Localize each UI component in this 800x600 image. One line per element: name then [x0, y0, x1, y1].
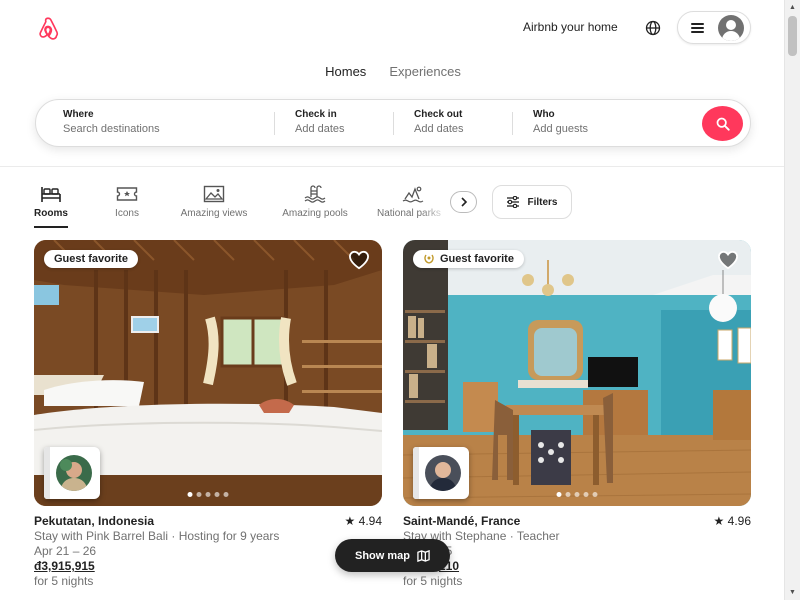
host-avatar: [56, 455, 92, 491]
listing-price[interactable]: 210: [403, 559, 751, 574]
category-amazing-views[interactable]: Amazing views: [176, 183, 252, 219]
bed-icon: [41, 187, 61, 202]
category-bar: Rooms Icons Amazing views Amazing pools …: [0, 183, 784, 228]
listing-location: Pekutatan, Indonesia: [34, 514, 155, 528]
header: Airbnb your home Homes Experiences Where…: [0, 0, 784, 167]
filters-label: Filters: [527, 196, 558, 208]
category-label: Rooms: [34, 208, 68, 219]
menu-icon: [691, 22, 704, 33]
user-menu-button[interactable]: [677, 11, 751, 44]
heart-icon[interactable]: [717, 250, 739, 270]
listing-rating: ★ 4.94: [344, 514, 382, 528]
listing-card[interactable]: Guest favorite Saint-Mandé, France ★ 4.9…: [403, 240, 751, 589]
check-out-field[interactable]: Check out Add dates: [414, 109, 464, 135]
listing-card[interactable]: Guest favorite Pekutatan, Indonesia ★ 4.…: [34, 240, 382, 589]
category-amazing-pools[interactable]: Amazing pools: [277, 183, 353, 219]
who-input[interactable]: Add guests: [533, 123, 588, 135]
who-label: Who: [533, 109, 555, 120]
listing-subtitle: Stay with Pink Barrel Bali · Hosting for…: [34, 529, 280, 543]
check-in-input[interactable]: Add dates: [295, 123, 345, 135]
host-thumbnail: [413, 447, 469, 499]
sliders-icon: [507, 196, 520, 208]
scroll-down-arrow-icon[interactable]: ▼: [785, 585, 800, 600]
category-label: Amazing views: [180, 208, 248, 219]
guest-favorite-badge: Guest favorite: [413, 250, 524, 268]
listing-nights: for 5 nights: [34, 574, 94, 588]
divider: [393, 112, 394, 135]
check-out-label: Check out: [414, 109, 463, 120]
airbnb-your-home-link[interactable]: Airbnb your home: [523, 20, 618, 34]
airbnb-logo-icon[interactable]: [34, 16, 62, 40]
photo-indicator: [187, 492, 229, 497]
scroll-up-arrow-icon[interactable]: ▲: [785, 0, 800, 15]
avatar: [718, 14, 744, 41]
check-in-field[interactable]: Check in Add dates: [295, 109, 345, 135]
category-fade: [420, 183, 450, 223]
listing-info: Pekutatan, Indonesia ★ 4.94 Stay with Pi…: [34, 514, 382, 589]
ticket-icon: [116, 187, 138, 201]
listing-rating: ★ 4.96: [713, 514, 751, 528]
listing-photo[interactable]: Guest favorite: [403, 240, 751, 506]
vertical-scrollbar[interactable]: ▲ ▼: [784, 0, 800, 600]
listing-subtitle: Stay with Stephane · Teacher: [403, 529, 560, 543]
pool-icon: [304, 185, 326, 203]
divider: [274, 112, 275, 135]
search-icon: [716, 117, 730, 131]
category-rooms[interactable]: Rooms: [34, 183, 68, 228]
listing-dates: 15: [403, 544, 751, 559]
host-avatar: [425, 455, 461, 491]
where-field[interactable]: Where Search destinations: [63, 109, 160, 135]
listing-price[interactable]: đ3,915,915: [34, 559, 382, 574]
filters-button[interactable]: Filters: [492, 185, 572, 219]
tab-experiences[interactable]: Experiences: [387, 64, 461, 79]
mode-tabs: Homes Experiences: [0, 64, 784, 79]
listing-info: Saint-Mandé, France ★ 4.96 Stay with Ste…: [403, 514, 751, 589]
who-field[interactable]: Who Add guests: [533, 109, 588, 135]
category-icons[interactable]: Icons: [108, 183, 146, 219]
heart-icon[interactable]: [348, 250, 370, 270]
show-map-label: Show map: [354, 549, 410, 562]
search-bar: Where Search destinations Check in Add d…: [35, 99, 751, 147]
laurel-icon: [424, 254, 434, 264]
host-thumbnail: [44, 447, 100, 499]
where-input[interactable]: Search destinations: [63, 123, 160, 135]
map-icon: [417, 549, 430, 562]
where-label: Where: [63, 109, 94, 120]
picture-frame-icon: [203, 185, 225, 203]
chevron-right-icon: [460, 197, 467, 207]
guest-favorite-badge: Guest favorite: [44, 250, 138, 268]
check-in-label: Check in: [295, 109, 337, 120]
category-label: Amazing pools: [282, 208, 348, 219]
tab-homes[interactable]: Homes: [323, 64, 366, 79]
next-categories-button[interactable]: [450, 191, 477, 213]
show-map-button[interactable]: Show map: [335, 539, 450, 572]
search-button[interactable]: [702, 106, 743, 141]
check-out-input[interactable]: Add dates: [414, 123, 464, 135]
listing-dates: Apr 21 – 26: [34, 544, 97, 558]
photo-indicator: [556, 492, 598, 497]
globe-icon[interactable]: [645, 20, 661, 36]
divider: [512, 112, 513, 135]
category-label: Icons: [115, 208, 139, 219]
scrollbar-thumb[interactable]: [788, 16, 797, 56]
listing-nights: for 5 nights: [403, 574, 463, 588]
listing-location: Saint-Mandé, France: [403, 514, 521, 528]
active-underline: [34, 226, 68, 228]
listing-photo[interactable]: Guest favorite: [34, 240, 382, 506]
